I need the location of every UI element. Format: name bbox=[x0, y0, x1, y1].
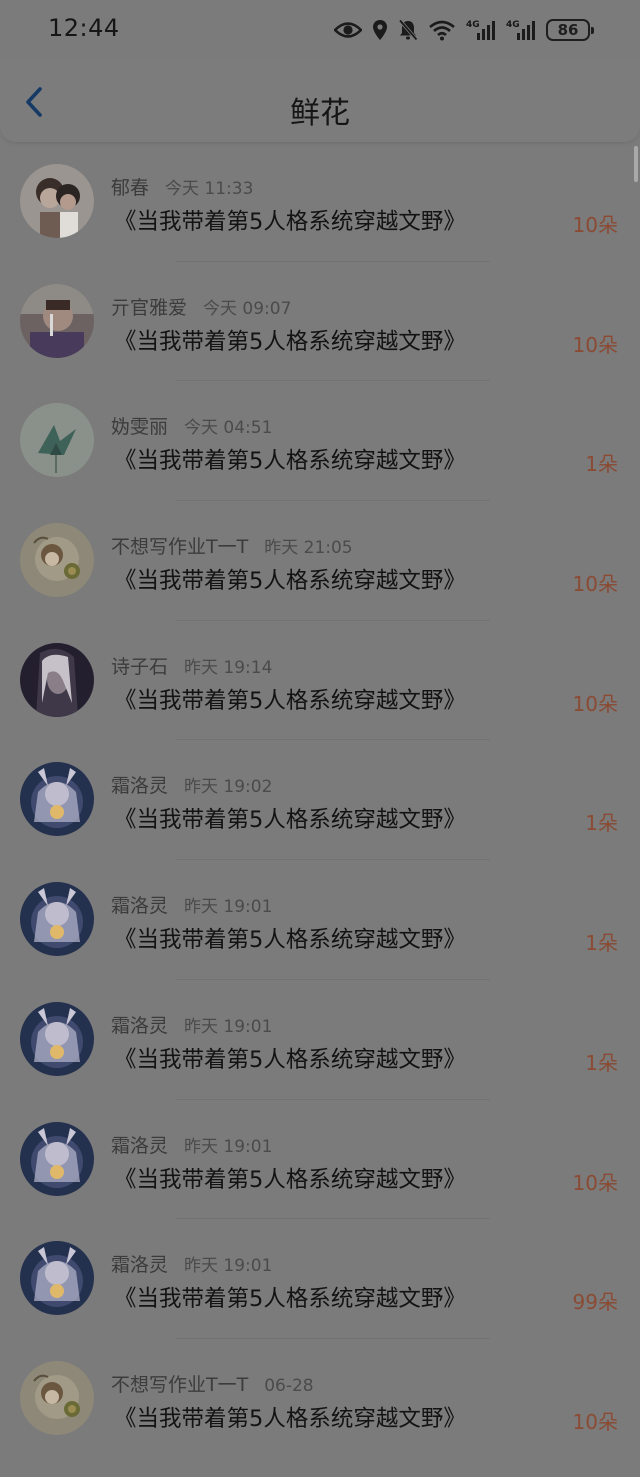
avatar[interactable] bbox=[20, 762, 94, 837]
bell-off-icon bbox=[398, 19, 418, 41]
user-name-line: 霜洛灵 昨天 19:01 bbox=[111, 1131, 272, 1158]
book-title: 《当我带着第5人格系统穿越文野》 bbox=[114, 328, 466, 355]
book-title: 《当我带着第5人格系统穿越文野》 bbox=[114, 568, 466, 595]
list-item[interactable]: 霜洛灵 昨天 19:01 《当我带着第5人格系统穿越文野》 1朵 bbox=[0, 980, 640, 1100]
avatar[interactable] bbox=[20, 283, 94, 358]
list-item[interactable]: 妫雯丽 今天 04:51 《当我带着第5人格系统穿越文野》 1朵 bbox=[0, 381, 640, 502]
user-name: 不想写作业T一T bbox=[111, 536, 249, 559]
user-name-line: 亓官雅爱 今天 09:07 bbox=[111, 293, 291, 320]
book-title: 《当我带着第5人格系统穿越文野》 bbox=[114, 209, 466, 235]
user-name-line: 霜洛灵 昨天 19:02 bbox=[111, 771, 272, 798]
user-name: 郁春 bbox=[111, 177, 150, 199]
flower-count: 10朵 bbox=[572, 691, 618, 716]
flower-count: 10朵 bbox=[572, 213, 618, 237]
avatar[interactable] bbox=[20, 164, 94, 238]
timestamp: 昨天 21:05 bbox=[264, 538, 353, 559]
avatar[interactable] bbox=[20, 1360, 94, 1435]
flower-count: 10朵 bbox=[572, 572, 618, 597]
flower-count: 10朵 bbox=[572, 332, 618, 357]
user-name: 霜洛灵 bbox=[111, 1254, 169, 1277]
avatar[interactable] bbox=[20, 523, 94, 598]
user-name-line: 不想写作业T一T 昨天 21:05 bbox=[111, 532, 353, 559]
location-icon bbox=[372, 19, 388, 41]
flower-list: 郁春 今天 11:33 《当我带着第5人格系统穿越文野》 10朵 亓官雅爱 今天 0… bbox=[0, 142, 640, 1459]
timestamp: 今天 09:07 bbox=[203, 298, 292, 319]
wifi-icon bbox=[428, 19, 456, 41]
nav-bar: 鲜花 bbox=[0, 60, 640, 142]
user-name: 诗子石 bbox=[111, 655, 169, 678]
page-title: 鲜花 bbox=[290, 96, 350, 131]
flower-count: 1朵 bbox=[585, 931, 618, 956]
timestamp: 昨天 19:01 bbox=[184, 1016, 273, 1037]
user-name: 妫雯丽 bbox=[111, 416, 169, 439]
user-name: 霜洛灵 bbox=[111, 1014, 169, 1037]
list-item[interactable]: 不想写作业T一T 昨天 21:05 《当我带着第5人格系统穿越文野》 10朵 bbox=[0, 501, 640, 621]
timestamp: 今天 11:33 bbox=[165, 179, 254, 199]
user-name: 霜洛灵 bbox=[111, 1134, 169, 1157]
timestamp: 昨天 19:01 bbox=[184, 1256, 273, 1277]
avatar[interactable] bbox=[20, 1121, 94, 1196]
signal-icon: 4G bbox=[466, 19, 496, 41]
status-time: 12:44 bbox=[48, 14, 120, 42]
status-icons: 4G 4G 86 bbox=[334, 16, 594, 44]
book-title: 《当我带着第5人格系统穿越文野》 bbox=[114, 448, 466, 475]
user-name-line: 不想写作业T一T 06-28 bbox=[111, 1370, 314, 1397]
flower-count: 10朵 bbox=[572, 1409, 618, 1434]
battery-icon: 86 bbox=[546, 19, 594, 41]
list-item[interactable]: 霜洛灵 昨天 19:01 《当我带着第5人格系统穿越文野》 10朵 bbox=[0, 1100, 640, 1220]
flower-count: 1朵 bbox=[585, 452, 618, 477]
avatar[interactable] bbox=[20, 1241, 94, 1316]
timestamp: 今天 04:51 bbox=[184, 418, 273, 439]
timestamp: 昨天 19:14 bbox=[184, 657, 273, 678]
user-name-line: 妫雯丽 今天 04:51 bbox=[111, 412, 272, 439]
network-type-label-2: 4G bbox=[506, 20, 520, 30]
user-name-line: 诗子石 昨天 19:14 bbox=[111, 652, 272, 679]
user-name: 不想写作业T一T bbox=[111, 1373, 249, 1396]
avatar[interactable] bbox=[20, 1001, 94, 1076]
list-item[interactable]: 郁春 今天 11:33 《当我带着第5人格系统穿越文野》 10朵 bbox=[0, 142, 640, 262]
avatar[interactable] bbox=[20, 882, 94, 957]
flower-count: 1朵 bbox=[585, 811, 618, 836]
flower-count: 99朵 bbox=[572, 1290, 618, 1315]
avatar[interactable] bbox=[20, 403, 94, 478]
book-title: 《当我带着第5人格系统穿越文野》 bbox=[114, 1046, 466, 1073]
avatar[interactable] bbox=[20, 642, 94, 717]
status-bar: 12:44 4G 4G 86 bbox=[0, 0, 640, 60]
flower-count: 1朵 bbox=[585, 1050, 618, 1075]
list-item[interactable]: 诗子石 昨天 19:14 《当我带着第5人格系统穿越文野》 10朵 bbox=[0, 621, 640, 741]
user-name: 霜洛灵 bbox=[111, 895, 169, 918]
timestamp: 06-28 bbox=[264, 1375, 314, 1396]
book-title: 《当我带着第5人格系统穿越文野》 bbox=[114, 927, 466, 954]
timestamp: 昨天 19:01 bbox=[184, 897, 273, 918]
user-name-line: 郁春 今天 11:33 bbox=[111, 173, 253, 200]
book-title: 《当我带着第5人格系统穿越文野》 bbox=[114, 687, 466, 714]
book-title: 《当我带着第5人格系统穿越文野》 bbox=[114, 1166, 466, 1193]
list-item[interactable]: 不想写作业T一T 06-28 《当我带着第5人格系统穿越文野》 10朵 bbox=[0, 1339, 640, 1459]
network-type-label-1: 4G bbox=[466, 20, 480, 30]
user-name-line: 霜洛灵 昨天 19:01 bbox=[111, 1250, 272, 1277]
timestamp: 昨天 19:01 bbox=[184, 1136, 273, 1157]
list-item[interactable]: 霜洛灵 昨天 19:01 《当我带着第5人格系统穿越文野》 99朵 bbox=[0, 1219, 640, 1339]
signal-icon: 4G bbox=[506, 19, 536, 41]
flower-count: 10朵 bbox=[572, 1170, 618, 1195]
list-item[interactable]: 霜洛灵 昨天 19:01 《当我带着第5人格系统穿越文野》 1朵 bbox=[0, 860, 640, 980]
book-title: 《当我带着第5人格系统穿越文野》 bbox=[114, 1405, 466, 1432]
user-name: 霜洛灵 bbox=[111, 775, 169, 798]
timestamp: 昨天 19:02 bbox=[184, 777, 273, 798]
book-title: 《当我带着第5人格系统穿越文野》 bbox=[114, 1286, 466, 1313]
list-item[interactable]: 霜洛灵 昨天 19:02 《当我带着第5人格系统穿越文野》 1朵 bbox=[0, 740, 640, 861]
user-name: 亓官雅爱 bbox=[111, 296, 188, 319]
eye-icon bbox=[334, 20, 362, 40]
user-name-line: 霜洛灵 昨天 19:01 bbox=[111, 1011, 272, 1038]
book-title: 《当我带着第5人格系统穿越文野》 bbox=[114, 807, 466, 834]
user-name-line: 霜洛灵 昨天 19:01 bbox=[111, 891, 272, 918]
list-item[interactable]: 亓官雅爱 今天 09:07 《当我带着第5人格系统穿越文野》 10朵 bbox=[0, 262, 640, 382]
